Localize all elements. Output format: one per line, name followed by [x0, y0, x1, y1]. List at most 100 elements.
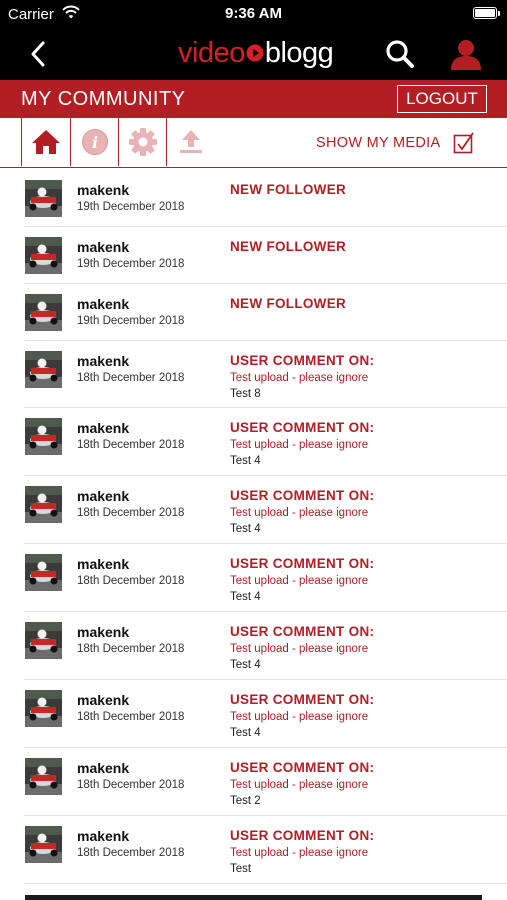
activity-type: NEW FOLLOWER: [230, 182, 347, 197]
username[interactable]: makenk: [77, 624, 129, 640]
activity-date: 18th December 2018: [77, 372, 185, 384]
chevron-left-icon: [31, 41, 45, 67]
activity-type: USER COMMENT ON:: [230, 556, 375, 571]
activity-type: NEW FOLLOWER: [230, 239, 347, 254]
username[interactable]: makenk: [77, 556, 129, 572]
comment-text: Test 4: [230, 591, 261, 603]
username[interactable]: makenk: [77, 692, 129, 708]
user-thumbnail[interactable]: [25, 180, 62, 217]
upload-button[interactable]: [167, 118, 215, 166]
username[interactable]: makenk: [77, 828, 129, 844]
comment-target-link[interactable]: Test upload - please ignore: [230, 439, 368, 451]
status-bar: Carrier 9:36 AM: [0, 0, 507, 28]
activity-date: 18th December 2018: [77, 643, 185, 655]
activity-type: USER COMMENT ON:: [230, 420, 375, 435]
activity-date: 18th December 2018: [77, 779, 185, 791]
logo-text-blogg: blogg: [264, 36, 334, 69]
feed-item[interactable]: makenk 19th December 2018 NEW FOLLOWER: [24, 227, 507, 284]
username[interactable]: makenk: [77, 353, 129, 369]
activity-type: USER COMMENT ON:: [230, 624, 375, 639]
comment-target-link[interactable]: Test upload - please ignore: [230, 847, 368, 859]
activity-type: NEW FOLLOWER: [230, 296, 347, 311]
feed-item[interactable]: makenk 18th December 2018 USER COMMENT ON:…: [24, 476, 507, 544]
comment-target-link[interactable]: Test upload - please ignore: [230, 372, 368, 384]
user-thumbnail[interactable]: [25, 351, 62, 388]
username[interactable]: makenk: [77, 182, 129, 198]
feed-item[interactable]: makenk 18th December 2018 USER COMMENT ON:…: [24, 612, 507, 680]
username[interactable]: makenk: [77, 420, 129, 436]
comment-target-link[interactable]: Test upload - please ignore: [230, 779, 368, 791]
activity-date: 18th December 2018: [77, 711, 185, 723]
username[interactable]: makenk: [77, 239, 129, 255]
clock: 9:36 AM: [225, 5, 282, 22]
profile-button[interactable]: [449, 37, 483, 71]
show-my-media-label: SHOW MY MEDIA: [316, 135, 441, 151]
info-icon: i: [82, 129, 108, 155]
comment-text: Test 4: [230, 455, 261, 467]
user-thumbnail[interactable]: [25, 486, 62, 523]
checkbox-checked-icon: [453, 132, 474, 154]
feed-item[interactable]: makenk 19th December 2018 NEW FOLLOWER: [24, 284, 507, 341]
settings-button[interactable]: [119, 118, 167, 166]
gear-icon: [129, 128, 157, 156]
activity-date: 18th December 2018: [77, 847, 185, 859]
username[interactable]: makenk: [77, 488, 129, 504]
comment-text: Test 4: [230, 659, 261, 671]
comment-text: Test: [230, 863, 252, 875]
user-thumbnail[interactable]: [25, 554, 62, 591]
activity-type: USER COMMENT ON:: [230, 353, 375, 368]
comment-target-link[interactable]: Test upload - please ignore: [230, 575, 368, 587]
home-button[interactable]: [22, 118, 70, 166]
user-thumbnail[interactable]: [25, 826, 62, 863]
back-button[interactable]: [26, 40, 52, 68]
page-title: MY COMMUNITY: [21, 88, 186, 110]
activity-date: 18th December 2018: [77, 439, 185, 451]
battery-fill: [475, 9, 495, 17]
comment-target-link[interactable]: Test upload - please ignore: [230, 711, 368, 723]
feed-item[interactable]: makenk 18th December 2018 USER COMMENT ON:…: [24, 748, 507, 816]
partial-list-item: [25, 895, 482, 900]
activity-feed: makenk 19th December 2018 NEW FOLLOWER make…: [0, 170, 507, 884]
username[interactable]: makenk: [77, 296, 129, 312]
activity-type: USER COMMENT ON:: [230, 828, 375, 843]
activity-date: 19th December 2018: [77, 201, 185, 213]
activity-type: USER COMMENT ON:: [230, 760, 375, 775]
feed-item[interactable]: makenk 19th December 2018 NEW FOLLOWER: [24, 170, 507, 227]
comment-text: Test 8: [230, 388, 261, 400]
feed-item[interactable]: makenk 18th December 2018 USER COMMENT ON:…: [24, 816, 507, 884]
community-header: MY COMMUNITY LOGOUT: [0, 80, 507, 118]
comment-text: Test 2: [230, 795, 261, 807]
comment-target-link[interactable]: Test upload - please ignore: [230, 643, 368, 655]
feed-item[interactable]: makenk 18th December 2018 USER COMMENT ON:…: [24, 341, 507, 408]
activity-date: 18th December 2018: [77, 507, 185, 519]
user-thumbnail[interactable]: [25, 690, 62, 727]
feed-item[interactable]: makenk 18th December 2018 USER COMMENT ON:…: [24, 544, 507, 612]
logo-play-icon: [246, 37, 264, 70]
activity-date: 18th December 2018: [77, 575, 185, 587]
show-my-media-checkbox[interactable]: [453, 132, 475, 159]
activity-date: 19th December 2018: [77, 315, 185, 327]
upload-icon: [180, 130, 202, 153]
videoblogg-logo: video blogg: [178, 36, 334, 70]
user-thumbnail[interactable]: [25, 294, 62, 331]
user-thumbnail[interactable]: [25, 758, 62, 795]
home-icon: [32, 130, 60, 154]
comment-text: Test 4: [230, 523, 261, 535]
info-button[interactable]: i: [71, 118, 119, 166]
feed-item[interactable]: makenk 18th December 2018 USER COMMENT ON:…: [24, 680, 507, 748]
svg-text:i: i: [92, 133, 98, 152]
username[interactable]: makenk: [77, 760, 129, 776]
logout-button[interactable]: LOGOUT: [397, 85, 487, 113]
feed-item[interactable]: makenk 18th December 2018 USER COMMENT ON:…: [24, 408, 507, 476]
search-button[interactable]: [384, 38, 416, 70]
logo-text-video: video: [178, 36, 245, 69]
battery-icon: [473, 7, 500, 19]
activity-type: USER COMMENT ON:: [230, 488, 375, 503]
toolbar: i SHOW MY MEDIA: [0, 118, 507, 168]
search-icon: [386, 40, 414, 68]
user-thumbnail[interactable]: [25, 418, 62, 455]
activity-type: USER COMMENT ON:: [230, 692, 375, 707]
user-thumbnail[interactable]: [25, 237, 62, 274]
comment-target-link[interactable]: Test upload - please ignore: [230, 507, 368, 519]
user-thumbnail[interactable]: [25, 622, 62, 659]
